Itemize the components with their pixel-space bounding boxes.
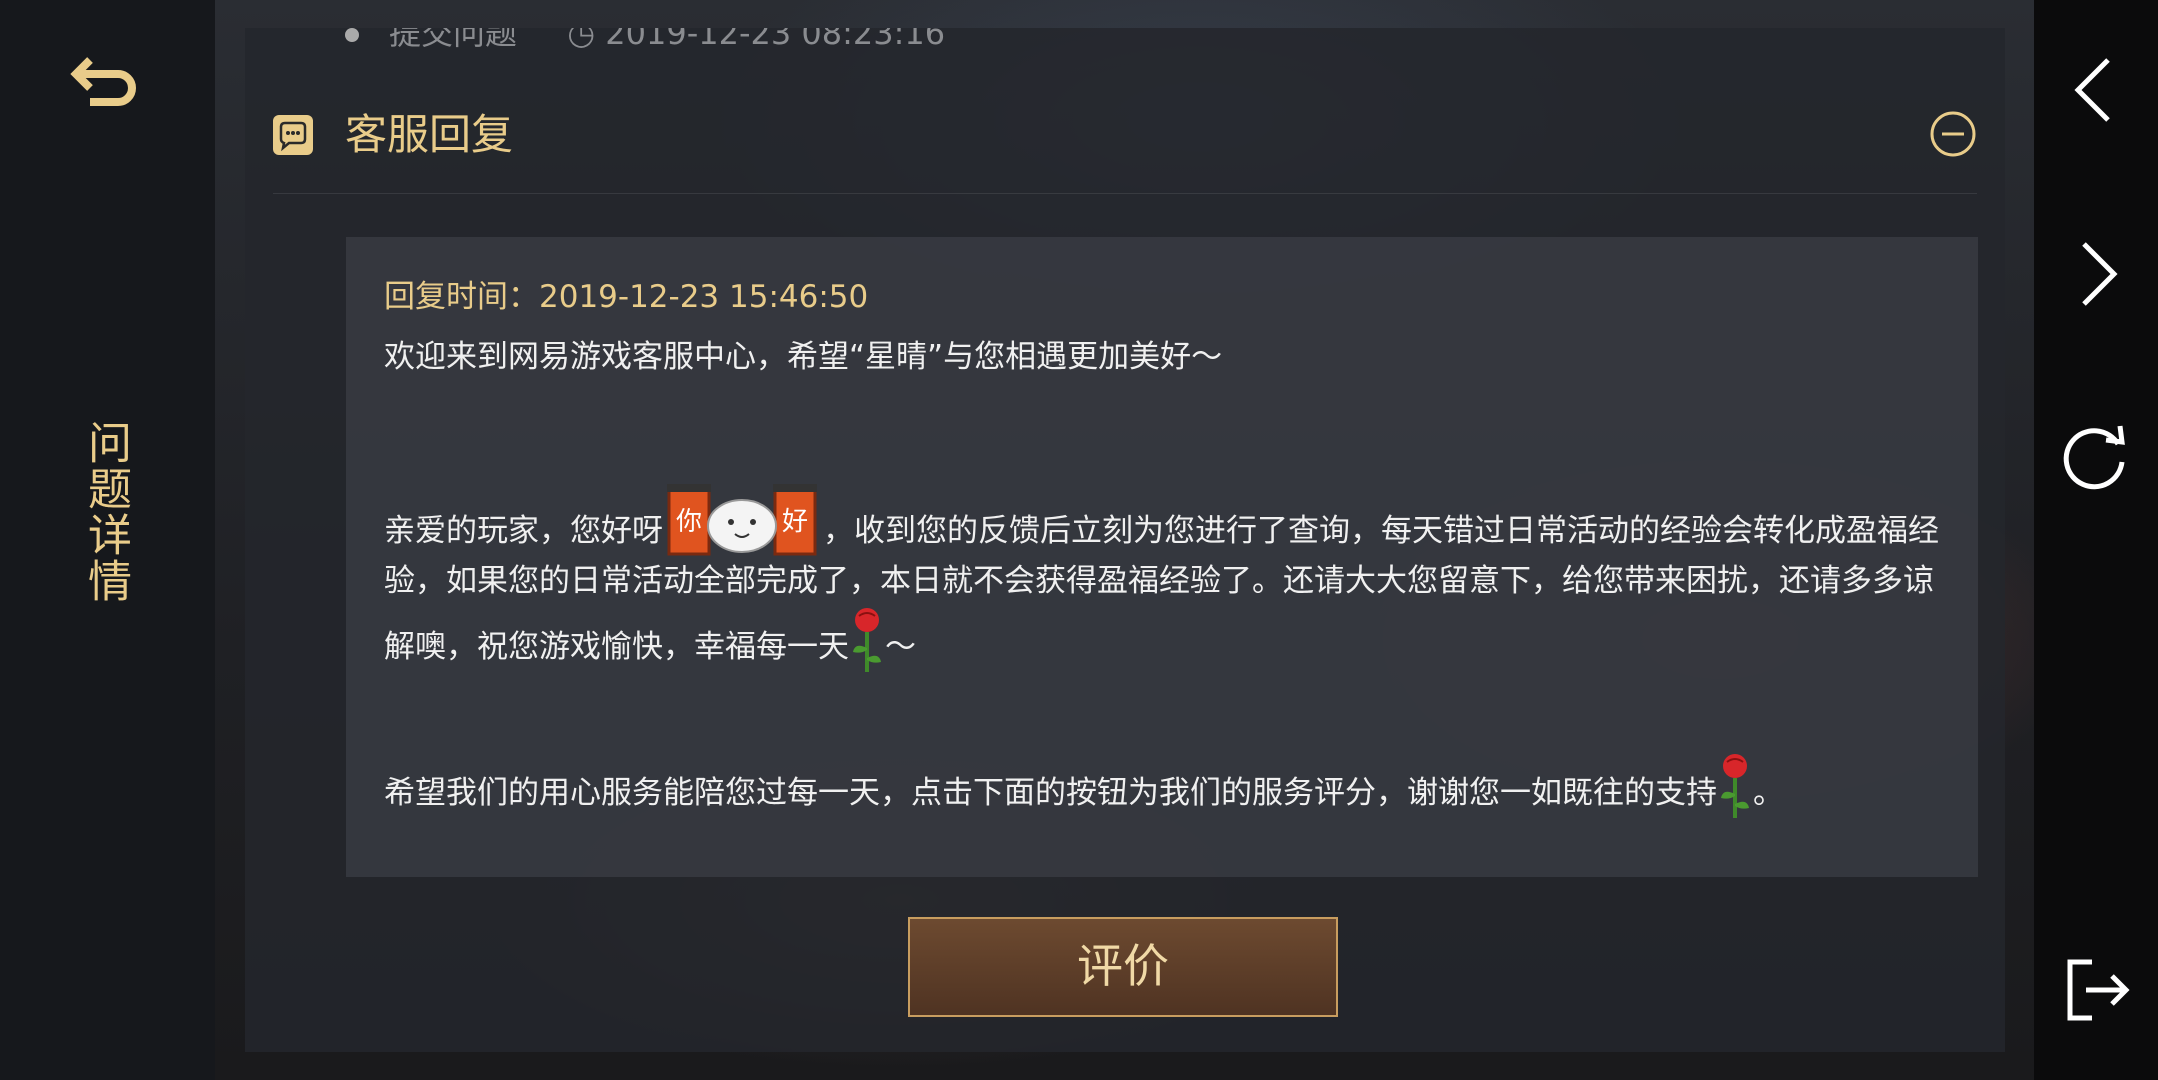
reply-box: 回复时间：2019-12-23 15:46:50 欢迎来到网易游戏客服中心，希望… bbox=[346, 237, 1978, 877]
right-nav-bar bbox=[2034, 0, 2158, 1080]
reply-para3-end: 。 bbox=[1753, 775, 1784, 811]
reply-greeting: 欢迎来到网易游戏客服中心，希望“星晴”与您相遇更加美好～ bbox=[384, 339, 1223, 375]
rose-icon bbox=[1721, 754, 1749, 818]
rate-button[interactable]: 评价 bbox=[908, 917, 1338, 1017]
reply-paragraph-closing: 希望我们的用心服务能陪您过每一天，点击下面的按钮为我们的服务评分，谢谢您一如既往… bbox=[384, 752, 1944, 818]
exit-icon[interactable] bbox=[2056, 950, 2136, 1030]
refresh-icon[interactable] bbox=[2056, 418, 2136, 498]
reply-paragraph-main: 亲爱的玩家，您好呀 你 好 ，收到您的反馈后立刻为您进行了查询，每天错过日常活动… bbox=[384, 480, 1944, 672]
chat-bubble-icon bbox=[273, 115, 313, 155]
hello-emoji-icon: 你 好 bbox=[667, 484, 817, 556]
reply-para2-start: 亲爱的玩家，您好呀 bbox=[384, 513, 663, 549]
chevron-left-icon[interactable] bbox=[2056, 50, 2136, 130]
svg-text:好: 好 bbox=[782, 507, 808, 537]
reply-content: 欢迎来到网易游戏客服中心，希望“星晴”与您相遇更加美好～ 亲爱的玩家，您好呀 你… bbox=[384, 332, 1944, 818]
rose-icon bbox=[853, 608, 881, 672]
previous-entry-time: 2019-12-23 08:23:16 bbox=[605, 28, 946, 48]
bullet-icon bbox=[345, 28, 359, 42]
left-sidebar: 问题详情 bbox=[0, 0, 215, 1080]
reply-para2-end: ～ bbox=[885, 629, 916, 665]
minus-circle-icon[interactable] bbox=[1928, 109, 1978, 159]
svg-text:你: 你 bbox=[676, 507, 702, 537]
section-header[interactable]: 客服回复 bbox=[273, 103, 1977, 194]
previous-entry-label: 提交问题 bbox=[389, 28, 518, 48]
chevron-right-icon[interactable] bbox=[2056, 234, 2136, 314]
clock-icon: ◷ bbox=[567, 28, 596, 48]
undo-arrow-icon bbox=[70, 57, 136, 106]
sidebar-title: 问题详情 bbox=[80, 420, 131, 604]
back-button[interactable] bbox=[70, 52, 150, 122]
reply-para3-body: 希望我们的用心服务能陪您过每一天，点击下面的按钮为我们的服务评分，谢谢您一如既往… bbox=[384, 775, 1717, 811]
previous-entry: 提交问题 ◷ 2019-12-23 08:23:16 bbox=[345, 28, 945, 48]
reply-time: 回复时间：2019-12-23 15:46:50 bbox=[384, 279, 869, 315]
section-title: 客服回复 bbox=[345, 110, 514, 159]
detail-panel: 提交问题 ◷ 2019-12-23 08:23:16 客服回复 回复时间：201… bbox=[245, 28, 2005, 1052]
